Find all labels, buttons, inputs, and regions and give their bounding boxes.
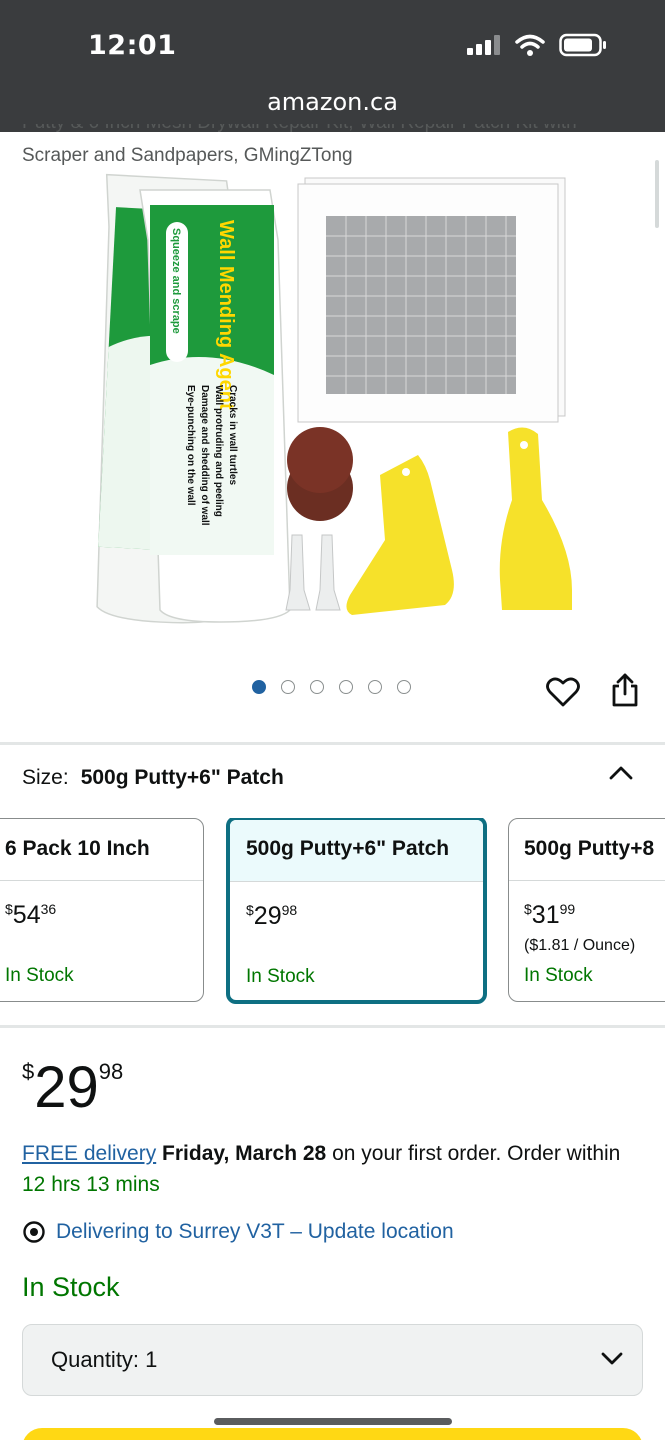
product-price: $2998: [22, 1055, 124, 1120]
status-time: 12:01: [88, 30, 177, 61]
delivery-location[interactable]: Delivering to Surrey V3T – Update locati…: [22, 1220, 454, 1244]
size-option-card[interactable]: 6 Pack 10 Inch $5436 In Stock: [0, 818, 204, 1002]
size-option-price: $5436: [5, 901, 57, 929]
chevron-down-icon: [601, 1352, 623, 1365]
carousel-dot[interactable]: [310, 680, 324, 694]
carousel-dot-active[interactable]: [252, 680, 266, 694]
scroll-indicator: [655, 160, 659, 228]
section-divider: [0, 1025, 665, 1028]
size-option-name: 6 Pack 10 Inch: [0, 819, 203, 881]
wifi-icon: [515, 34, 545, 56]
product-brand-text: Wall Mending Agent: [215, 220, 237, 410]
share-icon[interactable]: [610, 672, 640, 708]
chevron-up-icon[interactable]: [608, 764, 634, 782]
add-to-cart-button[interactable]: [22, 1428, 643, 1440]
home-indicator[interactable]: [214, 1418, 452, 1425]
product-title: Scraper and Sandpapers, GMingZTong: [22, 145, 353, 166]
size-option-stock: In Stock: [5, 965, 74, 986]
size-option-name: 500g Putty+8: [509, 819, 665, 881]
size-label: Size:: [22, 766, 69, 789]
heart-icon[interactable]: [546, 676, 580, 708]
use-line-3: Damage and shedding of wall: [199, 385, 210, 526]
delivery-countdown: 12 hrs 13 mins: [22, 1173, 160, 1196]
product-image[interactable]: Wall Mending Agent Squeeze and scrape Cr…: [80, 170, 600, 630]
free-delivery-link[interactable]: FREE delivery: [22, 1142, 156, 1165]
brand-label: Wall Mending Agent: [215, 220, 237, 410]
location-pin-icon: [23, 1221, 45, 1243]
size-option-card[interactable]: 500g Putty+8 $3199 ($1.81 / Ounce) In St…: [508, 818, 665, 1002]
section-divider: [0, 742, 665, 745]
size-option-price: $3199: [524, 901, 576, 929]
availability-status: In Stock: [22, 1272, 120, 1302]
tagline-label: Squeeze and scrape: [170, 228, 182, 334]
use-line-4: Eye-punching on the wall: [185, 385, 196, 506]
size-option-stock: In Stock: [524, 965, 593, 986]
carousel-dot[interactable]: [397, 680, 411, 694]
delivery-text: on your first order. Order within: [326, 1142, 621, 1165]
location-link[interactable]: Delivering to Surrey V3T – Update locati…: [56, 1220, 454, 1244]
size-option-price: $2998: [246, 902, 298, 930]
size-selector-header[interactable]: Size: 500g Putty+6" Patch: [22, 766, 284, 790]
use-line-1: Cracks in wall turtles: [227, 385, 238, 485]
url-bar[interactable]: amazon.ca: [0, 88, 665, 116]
size-options-carousel[interactable]: 6 Pack 10 Inch $5436 In Stock 500g Putty…: [0, 818, 665, 1004]
size-option-unit-price: ($1.81 / Ounce): [524, 937, 636, 954]
delivery-info: FREE delivery Friday, March 28 on your f…: [22, 1138, 642, 1200]
battery-icon: [559, 33, 606, 57]
size-option-stock: In Stock: [246, 966, 315, 987]
browser-top-bar: 12:01 amazon.ca: [0, 0, 665, 132]
cellular-signal-icon: [467, 35, 500, 55]
quantity-dropdown[interactable]: Quantity: 1: [22, 1324, 643, 1396]
carousel-dot[interactable]: [281, 680, 295, 694]
status-icons: [467, 33, 607, 57]
carousel-dot[interactable]: [339, 680, 353, 694]
use-line-2: Wall protruding and peeling: [213, 385, 224, 517]
image-carousel-dots[interactable]: [252, 680, 411, 694]
quantity-value: 1: [145, 1347, 158, 1372]
size-selected-value: 500g Putty+6" Patch: [80, 766, 284, 789]
quantity-label: Quantity: 1: [51, 1347, 158, 1372]
carousel-dot[interactable]: [368, 680, 382, 694]
delivery-date: Friday, March 28: [162, 1142, 327, 1165]
size-option-card-selected[interactable]: 500g Putty+6" Patch $2998 In Stock: [226, 818, 487, 1004]
size-option-name: 500g Putty+6" Patch: [230, 820, 483, 882]
